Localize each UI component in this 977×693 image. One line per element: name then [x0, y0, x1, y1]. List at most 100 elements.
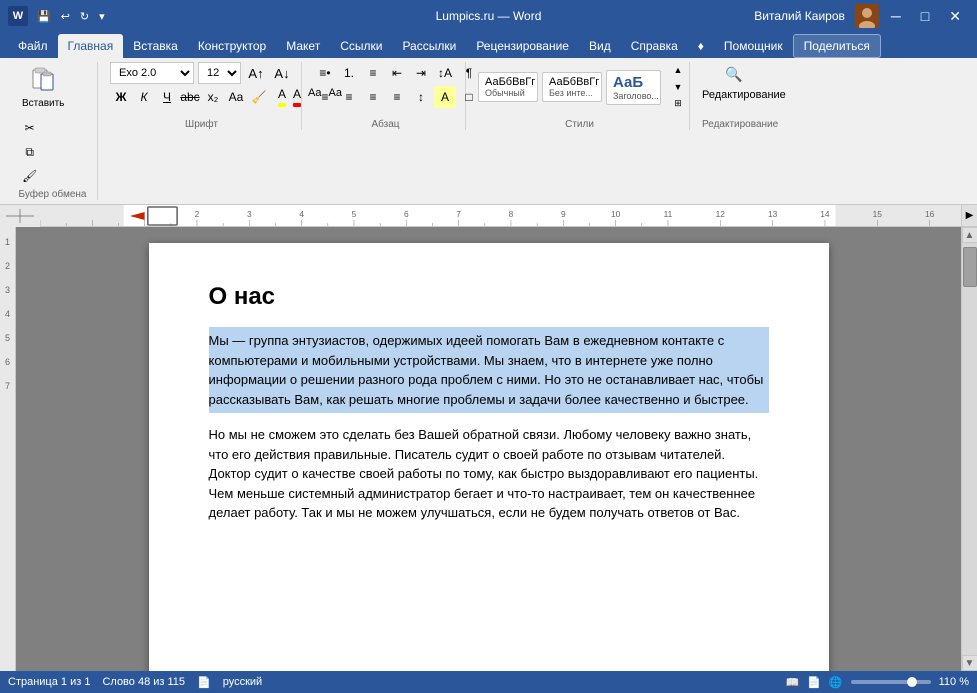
styles-scroll-down[interactable]: ▼ — [667, 79, 689, 96]
subscript-button[interactable]: x₂ — [202, 86, 224, 108]
increase-indent-button[interactable]: ⇥ — [410, 62, 432, 84]
title-bar-left: W 💾 ↩ ↻ ▾ — [8, 6, 108, 26]
svg-text:14: 14 — [820, 210, 830, 219]
underline-button[interactable]: Ч — [156, 86, 178, 108]
scrollbar-thumb[interactable] — [963, 247, 977, 287]
zoom-slider[interactable] — [851, 680, 931, 684]
styles-expand[interactable]: ⊞ — [667, 95, 689, 112]
status-left: Страница 1 из 1 Слово 48 из 115 📄 русски… — [8, 676, 262, 689]
tab-mailings[interactable]: Рассылки — [392, 34, 466, 58]
user-avatar — [855, 4, 879, 28]
clear-format-button[interactable]: 🧹 — [248, 86, 270, 108]
sort-button[interactable]: ↕A — [434, 62, 456, 84]
style-heading[interactable]: АаБ Заголово... — [606, 70, 661, 105]
svg-text:11: 11 — [664, 210, 673, 219]
undo-button[interactable]: ↩ — [58, 8, 73, 25]
highlight-color-button[interactable]: A — [275, 86, 289, 108]
paragraph-normal: Но мы не сможем это сделать без Вашей об… — [209, 425, 769, 523]
bullets-button[interactable]: ≡• — [314, 62, 336, 84]
language-icon: 📄 — [197, 676, 211, 689]
tab-diamond[interactable]: ♦ — [688, 34, 714, 58]
tab-assistant[interactable]: Помощник — [714, 34, 793, 58]
multilevel-list-button[interactable]: ≡ — [362, 62, 384, 84]
styles-scroll-up[interactable]: ▲ — [667, 62, 689, 79]
ribbon: Вставить ✂ ⧉ 🖌 Буфер обмена Exo 2.0 12 A… — [0, 58, 977, 205]
decrease-indent-button[interactable]: ⇤ — [386, 62, 408, 84]
bold-button[interactable]: Ж — [110, 86, 132, 108]
zoom-level[interactable]: 110 % — [939, 676, 969, 688]
document-scroll-area[interactable]: О нас Мы — группа энтузиастов, одержимых… — [16, 227, 961, 671]
svg-text:16: 16 — [925, 210, 935, 219]
user-name: Виталий Каиров — [754, 9, 845, 23]
svg-text:8: 8 — [509, 210, 514, 219]
font-color-button[interactable]: A — [290, 86, 304, 108]
layout-web-icon[interactable]: 🌐 — [829, 676, 843, 689]
title-bar-right: Виталий Каиров ─ □ ✕ — [754, 4, 969, 28]
redo-button[interactable]: ↻ — [77, 8, 92, 25]
tab-help[interactable]: Справка — [621, 34, 688, 58]
ruler[interactable]: 2 3 4 5 6 7 8 9 10 11 12 13 14 15 16 — [40, 205, 961, 226]
tab-home[interactable]: Главная — [58, 34, 124, 58]
vertical-scrollbar: ▲ ▼ — [961, 227, 977, 671]
layout-page-icon[interactable]: 📄 — [807, 676, 821, 689]
decrease-font-button[interactable]: A↓ — [271, 62, 293, 84]
tab-links[interactable]: Ссылки — [330, 34, 392, 58]
status-bar: Страница 1 из 1 Слово 48 из 115 📄 русски… — [0, 671, 977, 693]
layout-print-icon[interactable]: 📖 — [786, 676, 800, 689]
scrollbar-track[interactable] — [962, 243, 977, 655]
editing-group-label: Редактирование — [702, 119, 766, 130]
maximize-button[interactable]: □ — [913, 6, 937, 26]
svg-text:10: 10 — [611, 210, 621, 219]
tab-insert[interactable]: Вставка — [123, 34, 188, 58]
change-case-button[interactable]: Aa — [225, 86, 247, 108]
ruler-corner[interactable] — [0, 205, 40, 226]
tab-layout[interactable]: Макет — [276, 34, 330, 58]
justify-button[interactable]: ≡ — [386, 86, 408, 108]
tab-view[interactable]: Вид — [579, 34, 621, 58]
svg-text:15: 15 — [873, 210, 883, 219]
styles-label: Стили — [478, 119, 681, 130]
vertical-ruler: 1 2 3 4 5 6 7 — [0, 227, 16, 671]
shading-button[interactable]: A — [434, 86, 456, 108]
cut-button[interactable]: ✂ — [18, 117, 41, 139]
document-area: 1 2 3 4 5 6 7 О нас Мы — группа энтузиас… — [0, 227, 977, 671]
svg-text:5: 5 — [352, 210, 357, 219]
font-group: Exo 2.0 12 A↑ A↓ Ж К Ч abc x₂ Aa 🧹 A — [102, 62, 302, 130]
line-spacing-button[interactable]: ↕ — [410, 86, 432, 108]
paste-button[interactable]: Вставить — [16, 62, 70, 113]
italic-button[interactable]: К — [133, 86, 155, 108]
tab-share[interactable]: Поделиться — [793, 34, 881, 58]
svg-text:12: 12 — [716, 210, 726, 219]
title-bar: W 💾 ↩ ↻ ▾ Lumpics.ru — Word Виталий Каир… — [0, 0, 977, 32]
customize-quick-access-button[interactable]: ▾ — [96, 8, 108, 25]
scroll-down-button[interactable]: ▼ — [962, 655, 977, 671]
tab-review[interactable]: Рецензирование — [466, 34, 579, 58]
style-no-spacing[interactable]: АаБбВвГг Без инте... — [542, 72, 602, 102]
close-button[interactable]: ✕ — [941, 6, 969, 27]
svg-text:3: 3 — [247, 210, 252, 219]
font-name-select[interactable]: Exo 2.0 — [110, 62, 194, 84]
document-title: О нас — [209, 283, 769, 311]
save-button[interactable]: 💾 — [34, 8, 54, 25]
align-center-button[interactable]: ≡ — [338, 86, 360, 108]
font-size-select[interactable]: 12 — [198, 62, 241, 84]
copy-button[interactable]: ⧉ — [18, 141, 41, 163]
tab-constructor[interactable]: Конструктор — [188, 34, 276, 58]
align-left-button[interactable]: ≡ — [314, 86, 336, 108]
scroll-up-button[interactable]: ▲ — [962, 227, 977, 243]
style-normal[interactable]: АаБбВвГг Обычный — [478, 72, 538, 102]
increase-font-button[interactable]: A↑ — [245, 62, 267, 84]
font-label: Шрифт — [110, 119, 293, 130]
clipboard-group: Вставить ✂ ⧉ 🖌 Буфер обмена — [8, 62, 98, 200]
minimize-button[interactable]: ─ — [883, 6, 909, 26]
strikethrough-button[interactable]: abc — [179, 86, 201, 108]
tab-file[interactable]: Файл — [8, 34, 58, 58]
align-right-button[interactable]: ≡ — [362, 86, 384, 108]
ruler-container: 2 3 4 5 6 7 8 9 10 11 12 13 14 15 16 ▶ — [0, 205, 977, 227]
format-painter-button[interactable]: 🖌 — [18, 165, 41, 187]
ruler-scroll-right[interactable]: ▶ — [961, 205, 977, 226]
find-button[interactable]: 🔍 — [702, 62, 766, 87]
language-info: русский — [223, 676, 262, 688]
paragraph-group: ≡• 1. ≡ ⇤ ⇥ ↕A ¶ ≡ ≡ ≡ ≡ ↕ A □ Абзац — [306, 62, 466, 130]
numbering-button[interactable]: 1. — [338, 62, 360, 84]
